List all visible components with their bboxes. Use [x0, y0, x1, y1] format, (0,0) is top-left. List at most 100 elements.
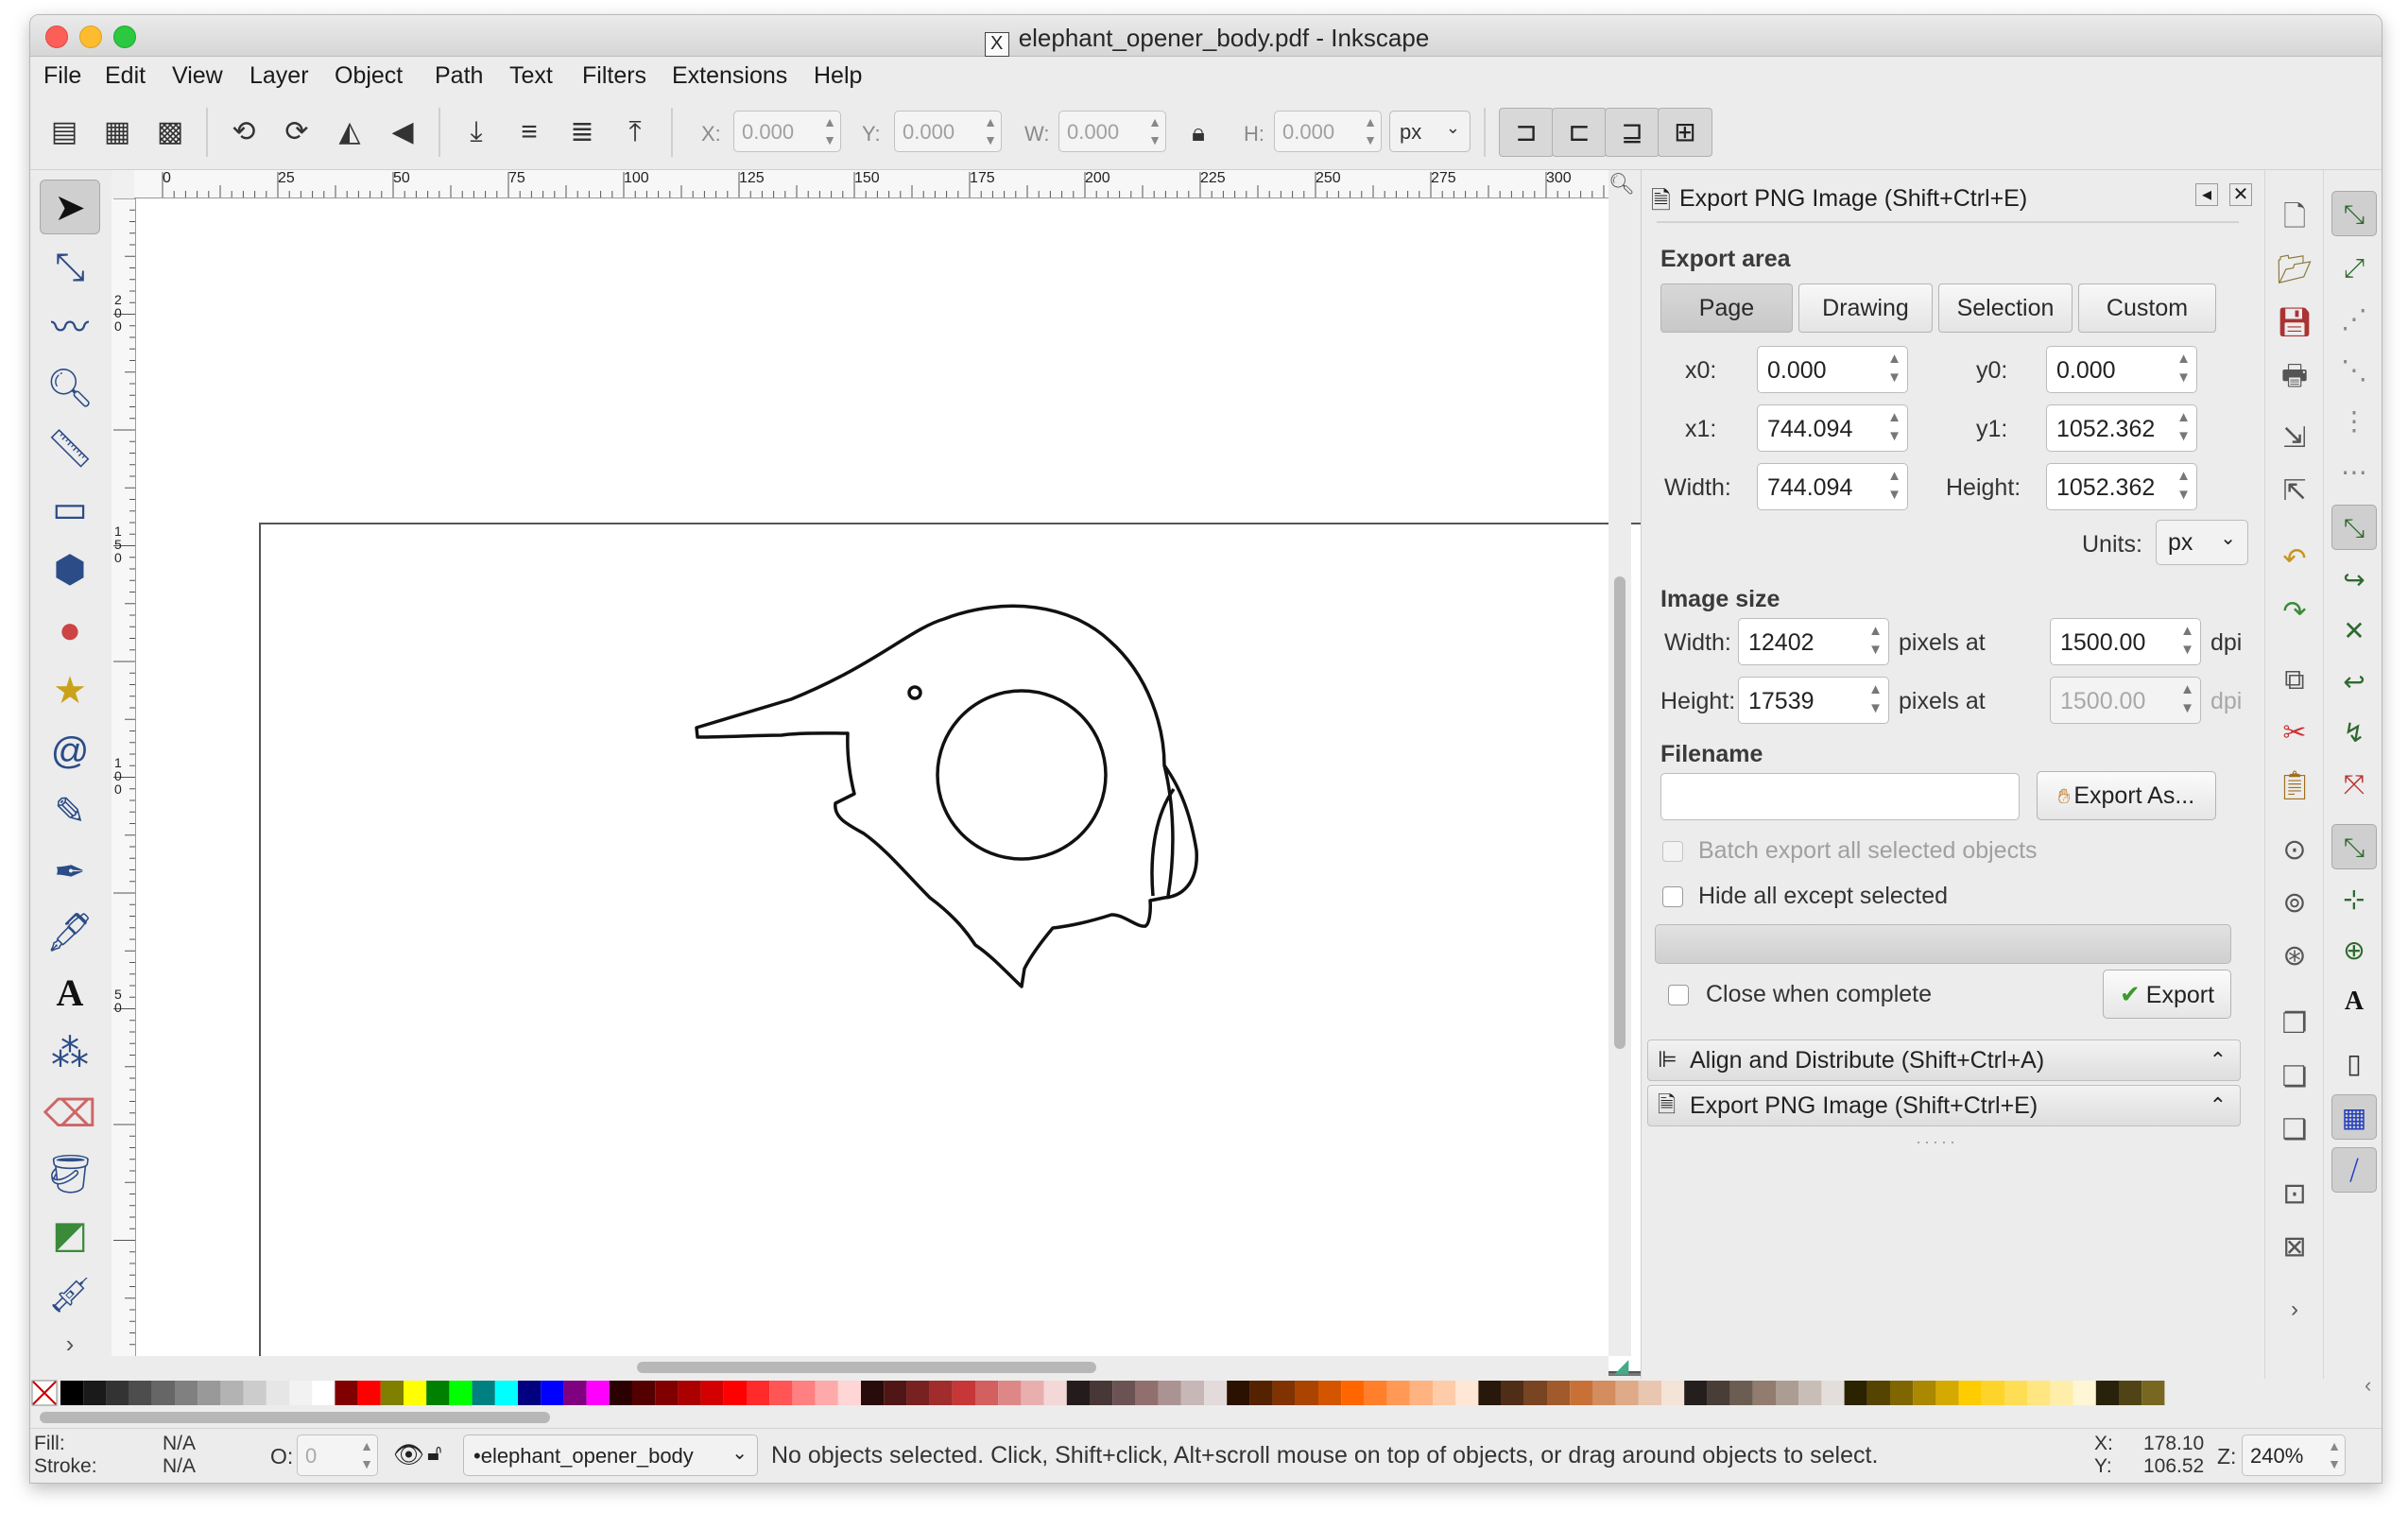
- spin-arrows-icon[interactable]: ▲ ▼: [2176, 408, 2191, 446]
- palette-swatch[interactable]: [2050, 1381, 2073, 1405]
- menu-view[interactable]: View: [172, 62, 223, 90]
- palette-swatch[interactable]: [1364, 1381, 1387, 1405]
- print-icon[interactable]: 🖶: [2276, 357, 2313, 395]
- export-area-drawing-button[interactable]: Drawing: [1798, 283, 1933, 333]
- node-tool-icon[interactable]: ⤡: [40, 240, 100, 295]
- horizontal-ruler[interactable]: 0 25 50 75 100 125 150 175 200 225 250 2…: [134, 170, 1608, 198]
- spin-arrows-icon[interactable]: ▲ ▼: [2180, 622, 2194, 660]
- snap-nodes-icon[interactable]: ⤡: [2331, 505, 2377, 550]
- color-palette[interactable]: [30, 1379, 2382, 1407]
- palette-swatch[interactable]: [1615, 1381, 1639, 1405]
- palette-swatch[interactable]: [1409, 1381, 1433, 1405]
- palette-swatch[interactable]: [1981, 1381, 2004, 1405]
- palette-swatch[interactable]: [83, 1381, 107, 1405]
- dropper-tool-icon[interactable]: 💉︎: [40, 1268, 100, 1323]
- select-all-layers-icon[interactable]: ▦: [98, 113, 136, 151]
- chevron-up-icon[interactable]: ⌃: [2210, 1040, 2227, 1080]
- chevron-right-icon[interactable]: ›: [2276, 1291, 2313, 1329]
- snap-path-icon[interactable]: ↪: [2331, 558, 2377, 603]
- export-area-selection-button[interactable]: Selection: [1938, 283, 2073, 333]
- x-spinbox[interactable]: 0.000 ▲ ▼: [733, 111, 841, 152]
- palette-swatch[interactable]: [1729, 1381, 1753, 1405]
- export-button[interactable]: ✔ Export: [2103, 970, 2231, 1019]
- snap-object-center-icon[interactable]: ⊹: [2331, 877, 2377, 922]
- image-width-input[interactable]: 12402 ▲ ▼: [1738, 618, 1889, 665]
- palette-swatch[interactable]: [1707, 1381, 1730, 1405]
- duplicate-icon[interactable]: ❐: [2276, 1005, 2313, 1043]
- palette-swatch[interactable]: [632, 1381, 656, 1405]
- area-width-input[interactable]: 744.094 ▲ ▼: [1757, 463, 1908, 510]
- cut-icon[interactable]: ✂: [2276, 714, 2313, 752]
- visibility-eye-icon[interactable]: 👁︎: [393, 1440, 424, 1469]
- lower-to-bottom-icon[interactable]: ⤓: [457, 113, 495, 151]
- measure-tool-icon[interactable]: 📏︎: [40, 421, 100, 476]
- palette-swatch[interactable]: [1341, 1381, 1365, 1405]
- palette-swatch[interactable]: [1501, 1381, 1524, 1405]
- vertical-scroll-thumb[interactable]: [1614, 576, 1625, 1049]
- zoom-tool-icon[interactable]: 🔍︎: [40, 361, 100, 416]
- palette-swatch[interactable]: [357, 1381, 381, 1405]
- palette-swatch[interactable]: [563, 1381, 587, 1405]
- snap-guide-icon[interactable]: ⧸: [2331, 1147, 2377, 1193]
- vertical-ruler[interactable]: 200 150 100 50: [112, 198, 136, 1356]
- y0-input[interactable]: 0.000 ▲ ▼: [2046, 346, 2197, 393]
- palette-swatch[interactable]: [998, 1381, 1022, 1405]
- star-tool-icon[interactable]: ★: [40, 663, 100, 718]
- menu-layer[interactable]: Layer: [249, 62, 309, 90]
- scale-corners-toggle[interactable]: ⊏: [1552, 108, 1607, 157]
- palette-swatch[interactable]: [2141, 1381, 2165, 1405]
- palette-swatch[interactable]: [1249, 1381, 1273, 1405]
- elephant-drawing[interactable]: [136, 198, 1608, 1356]
- new-document-icon[interactable]: 🗋: [2276, 198, 2313, 236]
- palette-swatch[interactable]: [1570, 1381, 1593, 1405]
- palette-swatch[interactable]: [175, 1381, 198, 1405]
- palette-swatch[interactable]: [1158, 1381, 1181, 1405]
- palette-swatch[interactable]: [815, 1381, 838, 1405]
- image-height-input[interactable]: 17539 ▲ ▼: [1738, 677, 1889, 724]
- vertical-scrollbar[interactable]: [1608, 198, 1631, 1356]
- move-gradients-toggle[interactable]: ⊒: [1605, 108, 1660, 157]
- palette-swatch[interactable]: [2027, 1381, 2051, 1405]
- palette-swatch[interactable]: [1821, 1381, 1845, 1405]
- spin-arrows-icon[interactable]: ▲ ▼: [1887, 467, 1901, 505]
- palette-swatch[interactable]: [884, 1381, 907, 1405]
- snap-rotation-center-icon[interactable]: ⊕: [2331, 928, 2377, 973]
- palette-swatch[interactable]: [906, 1381, 930, 1405]
- palette-swatch[interactable]: [1890, 1381, 1914, 1405]
- palette-swatch[interactable]: [1295, 1381, 1318, 1405]
- palette-swatch[interactable]: [861, 1381, 885, 1405]
- y-spinbox[interactable]: 0.000 ▲ ▼: [894, 111, 1002, 152]
- lock-ratio-icon[interactable]: 🔒︎: [1179, 113, 1217, 151]
- snap-bbox-edge-icon[interactable]: ⋰: [2331, 297, 2377, 342]
- paint-bucket-tool-icon[interactable]: 🪣︎: [40, 1147, 100, 1202]
- palette-swatch[interactable]: [312, 1381, 335, 1405]
- flip-horizontal-icon[interactable]: ◭: [331, 113, 369, 151]
- palette-swatch[interactable]: [1798, 1381, 1822, 1405]
- zoom-indicator-icon[interactable]: 🔍︎: [1608, 172, 1635, 198]
- zoom-page-icon[interactable]: ⊛: [2276, 937, 2313, 975]
- palette-swatch[interactable]: [243, 1381, 267, 1405]
- w-spinbox[interactable]: 0.000 ▲ ▼: [1058, 111, 1166, 152]
- palette-swatch[interactable]: [129, 1381, 152, 1405]
- snap-bbox-corner-icon[interactable]: ⋱: [2331, 348, 2377, 393]
- palette-swatch[interactable]: [929, 1381, 953, 1405]
- tweak-tool-icon[interactable]: 〰: [40, 301, 100, 355]
- menu-edit[interactable]: Edit: [105, 62, 146, 90]
- palette-swatch[interactable]: [609, 1381, 632, 1405]
- spin-arrows-icon[interactable]: ▲ ▼: [1364, 113, 1377, 149]
- redo-icon[interactable]: ↷: [2276, 593, 2313, 631]
- palette-swatch[interactable]: [1180, 1381, 1204, 1405]
- palette-swatch[interactable]: [1523, 1381, 1547, 1405]
- menu-help[interactable]: Help: [814, 62, 862, 90]
- scale-stroke-toggle[interactable]: ⊐: [1499, 108, 1554, 157]
- palette-swatch[interactable]: [1592, 1381, 1616, 1405]
- palette-swatch[interactable]: [1638, 1381, 1661, 1405]
- palette-swatch[interactable]: [1272, 1381, 1296, 1405]
- zoom-drawing-icon[interactable]: ⊚: [2276, 885, 2313, 922]
- raise-to-top-icon[interactable]: ⤒: [616, 113, 654, 151]
- palette-swatch[interactable]: [1066, 1381, 1090, 1405]
- palette-swatch[interactable]: [586, 1381, 610, 1405]
- snap-smooth-icon[interactable]: ↯: [2331, 711, 2377, 756]
- 3d-box-tool-icon[interactable]: ⬢: [40, 542, 100, 597]
- unit-select[interactable]: px ⌄: [1389, 111, 1471, 152]
